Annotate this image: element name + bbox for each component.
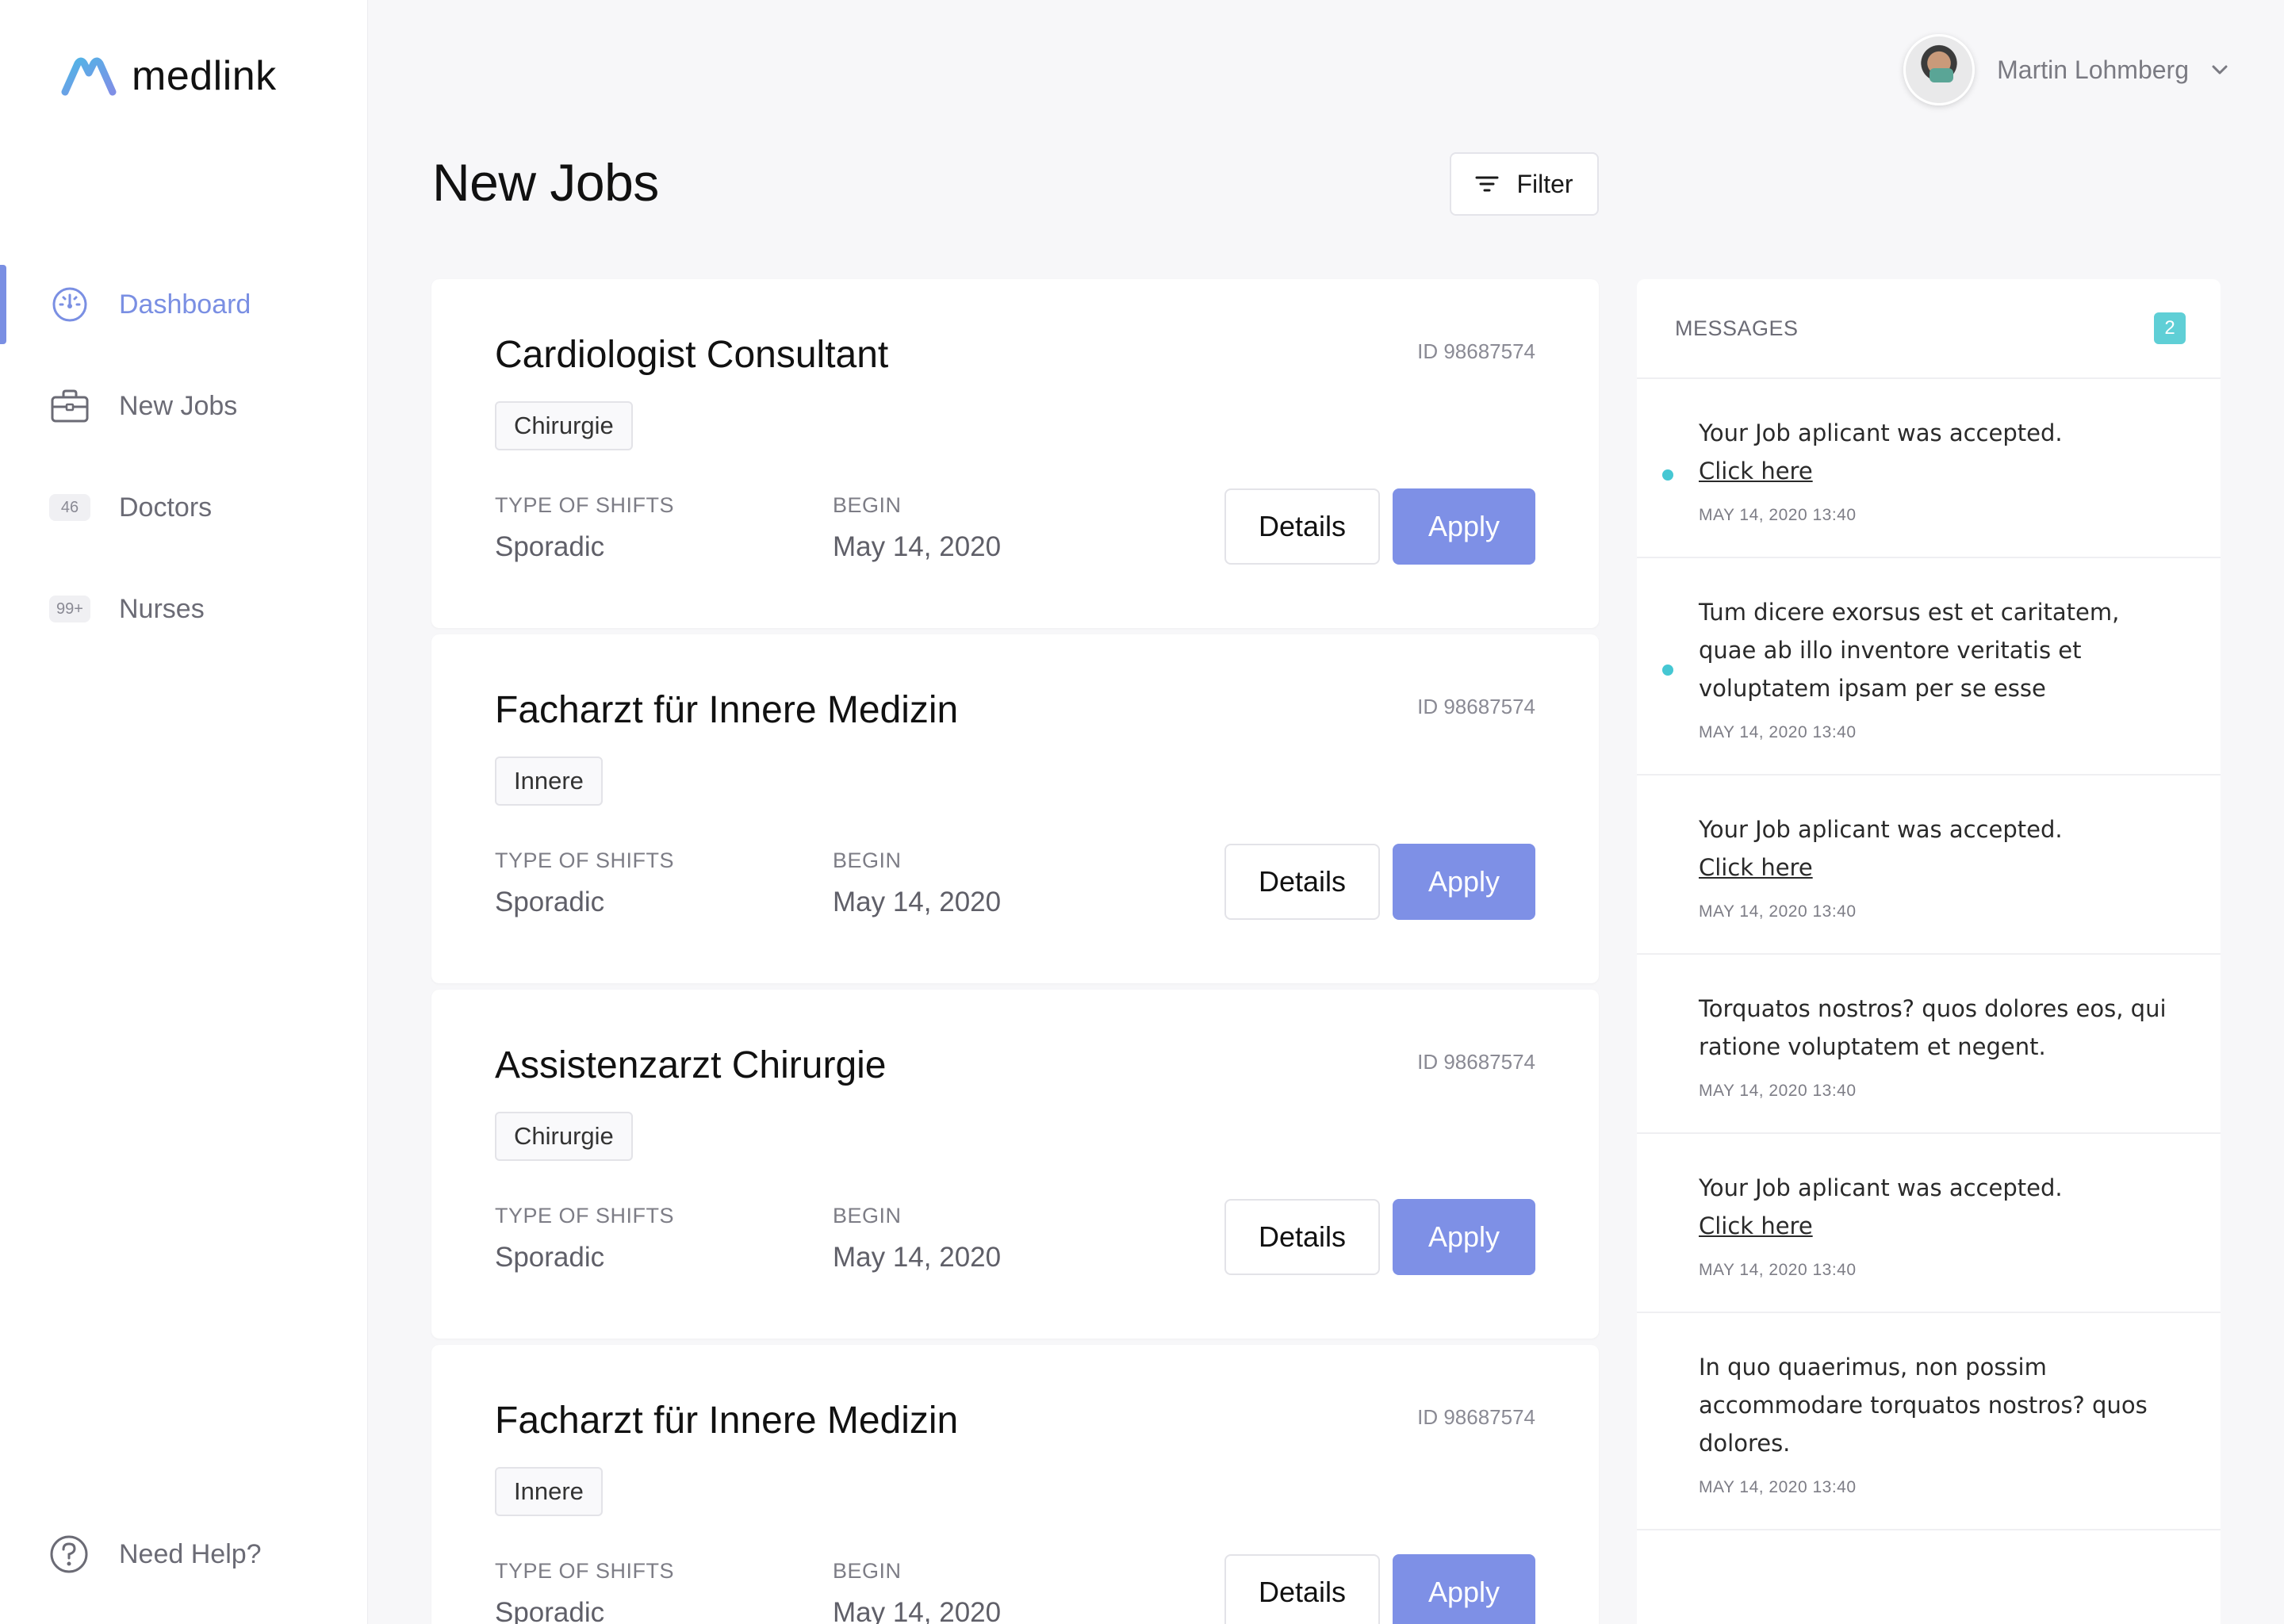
sidebar: medlink Dashboard New Jobs 46 Doctors 99… <box>0 0 368 1624</box>
messages-count-badge: 2 <box>2154 312 2186 344</box>
message-item[interactable]: Torquatos nostros? quos dolores eos, qui… <box>1637 955 2221 1134</box>
doctors-count-badge: 46 <box>49 494 90 521</box>
job-id: ID 98687574 <box>1417 695 1535 718</box>
details-button[interactable]: Details <box>1224 1199 1380 1275</box>
nurses-count-badge: 99+ <box>49 596 90 622</box>
sidebar-nav: Dashboard New Jobs 46 Doctors 99+ Nurses <box>0 265 368 671</box>
details-button[interactable]: Details <box>1224 1554 1380 1624</box>
sidebar-item-label: Doctors <box>119 492 213 523</box>
message-time: MAY 14, 2020 13:40 <box>1699 506 1857 524</box>
details-button[interactable]: Details <box>1224 488 1380 565</box>
sidebar-item-label: New Jobs <box>119 390 238 421</box>
briefcase-icon <box>49 385 90 427</box>
help-circle-icon <box>50 1535 88 1573</box>
shifts-value: Sporadic <box>495 1597 605 1624</box>
job-tag: Innere <box>495 1467 603 1516</box>
message-item[interactable]: Your Job aplicant was accepted. Click he… <box>1637 379 2221 558</box>
job-card: Facharzt für Innere Medizin ID 98687574 … <box>431 634 1599 983</box>
sidebar-item-dashboard[interactable]: Dashboard <box>0 265 368 344</box>
job-tag: Chirurgie <box>495 401 633 450</box>
begin-label: BEGIN <box>833 493 902 517</box>
unread-dot-icon <box>1662 469 1673 481</box>
sidebar-item-label: Dashboard <box>119 289 251 320</box>
sidebar-item-nurses[interactable]: 99+ Nurses <box>0 569 368 649</box>
message-time: MAY 14, 2020 13:40 <box>1699 1082 1857 1100</box>
shifts-value: Sporadic <box>495 1242 605 1273</box>
shifts-label: TYPE OF SHIFTS <box>495 1559 675 1583</box>
job-card: Assistenzarzt Chirurgie ID 98687574 Chir… <box>431 990 1599 1339</box>
shifts-label: TYPE OF SHIFTS <box>495 1204 675 1228</box>
gauge-icon <box>49 284 90 325</box>
job-tag: Chirurgie <box>495 1112 633 1161</box>
message-item[interactable]: Your Job aplicant was accepted. Click he… <box>1637 1134 2221 1313</box>
details-button[interactable]: Details <box>1224 844 1380 920</box>
filter-label: Filter <box>1516 169 1573 198</box>
begin-value: May 14, 2020 <box>833 531 1002 562</box>
apply-button[interactable]: Apply <box>1393 1554 1535 1624</box>
user-name: Martin Lohmberg <box>1997 55 2189 84</box>
message-time: MAY 14, 2020 13:40 <box>1699 1478 1857 1496</box>
job-title: Facharzt für Innere Medizin <box>495 1400 959 1442</box>
avatar <box>1903 34 1976 105</box>
job-tag: Innere <box>495 756 603 806</box>
message-time: MAY 14, 2020 13:40 <box>1699 902 1857 921</box>
brand-name: medlink <box>132 53 277 99</box>
job-list: Cardiologist Consultant ID 98687574 Chir… <box>431 279 1599 1624</box>
job-id: ID 98687574 <box>1417 339 1535 363</box>
message-text: Torquatos nostros? quos dolores eos, qui… <box>1699 995 2167 1060</box>
need-help-label: Need Help? <box>119 1538 262 1569</box>
need-help-link[interactable]: Need Help? <box>49 1530 262 1578</box>
begin-value: May 14, 2020 <box>833 1597 1002 1624</box>
begin-label: BEGIN <box>833 1559 902 1583</box>
shifts-label: TYPE OF SHIFTS <box>495 848 675 872</box>
messages-panel: MESSAGES 2 Your Job aplicant was accepte… <box>1637 279 2221 1624</box>
message-link[interactable]: Click here <box>1699 848 2173 887</box>
message-time: MAY 14, 2020 13:40 <box>1699 723 1857 741</box>
shifts-value: Sporadic <box>495 531 605 562</box>
shifts-value: Sporadic <box>495 887 605 917</box>
messages-header: MESSAGES 2 <box>1637 279 2221 379</box>
message-text: In quo quaerimus, non possim accommodare… <box>1699 1354 2148 1457</box>
message-text: Your Job aplicant was accepted. <box>1699 1174 2063 1201</box>
chevron-down-icon <box>2212 65 2228 75</box>
message-time: MAY 14, 2020 13:40 <box>1699 1261 1857 1279</box>
job-title: Cardiologist Consultant <box>495 334 889 376</box>
filter-icon <box>1475 176 1499 192</box>
message-item[interactable]: In quo quaerimus, non possim accommodare… <box>1637 1313 2221 1530</box>
medlink-logo-icon <box>61 57 117 96</box>
filter-button[interactable]: Filter <box>1450 152 1599 216</box>
job-card: Cardiologist Consultant ID 98687574 Chir… <box>431 279 1599 628</box>
begin-label: BEGIN <box>833 848 902 872</box>
message-item[interactable]: Your Job aplicant was accepted. Click he… <box>1637 776 2221 955</box>
page-title: New Jobs <box>432 153 659 212</box>
job-id: ID 98687574 <box>1417 1405 1535 1429</box>
message-text: Tum dicere exorsus est et caritatem, qua… <box>1699 599 2120 702</box>
begin-value: May 14, 2020 <box>833 1242 1002 1273</box>
message-text: Your Job aplicant was accepted. <box>1699 419 2063 446</box>
shifts-label: TYPE OF SHIFTS <box>495 493 675 517</box>
apply-button[interactable]: Apply <box>1393 488 1535 565</box>
user-menu[interactable]: Martin Lohmberg <box>1903 33 2228 106</box>
job-title: Facharzt für Innere Medizin <box>495 689 959 731</box>
message-text: Your Job aplicant was accepted. <box>1699 816 2063 843</box>
job-id: ID 98687574 <box>1417 1050 1535 1074</box>
unread-dot-icon <box>1662 665 1673 676</box>
sidebar-item-new-jobs[interactable]: New Jobs <box>0 366 368 446</box>
begin-value: May 14, 2020 <box>833 887 1002 917</box>
apply-button[interactable]: Apply <box>1393 1199 1535 1275</box>
message-link[interactable]: Click here <box>1699 1207 2173 1245</box>
brand-logo[interactable]: medlink <box>60 51 277 102</box>
sidebar-item-label: Nurses <box>119 593 205 624</box>
begin-label: BEGIN <box>833 1204 902 1228</box>
sidebar-item-doctors[interactable]: 46 Doctors <box>0 468 368 547</box>
apply-button[interactable]: Apply <box>1393 844 1535 920</box>
message-link[interactable]: Click here <box>1699 452 2173 490</box>
messages-title: MESSAGES <box>1675 316 1799 340</box>
job-card: Facharzt für Innere Medizin ID 98687574 … <box>431 1345 1599 1624</box>
job-title: Assistenzarzt Chirurgie <box>495 1044 887 1086</box>
message-item[interactable]: Tum dicere exorsus est et caritatem, qua… <box>1637 558 2221 776</box>
